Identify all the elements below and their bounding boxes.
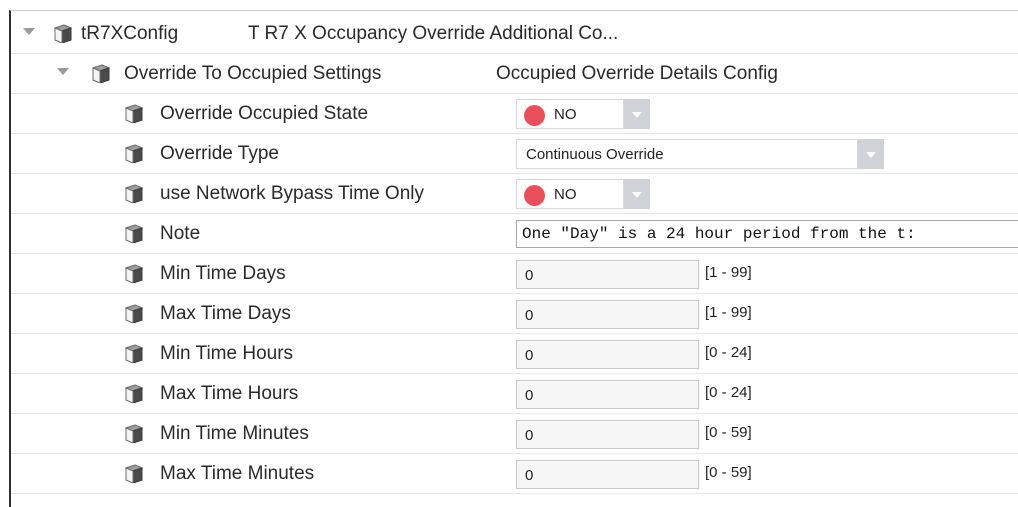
tree-row-group[interactable]: Override To Occupied Settings Occupied O…	[11, 54, 1018, 94]
property-label: Override Occupied State	[160, 103, 369, 124]
property-sheet: tR7XConfig T R7 X Occupancy Override Add…	[9, 10, 1018, 507]
range-label: [0 - 24]	[705, 384, 752, 401]
component-cube-icon	[124, 143, 144, 163]
property-row-max-time-minutes: Max Time Minutes 0 [0 - 59]	[11, 454, 1018, 494]
override-occupied-state-dropdown[interactable]: NO	[516, 99, 650, 129]
range-label: [1 - 99]	[705, 304, 752, 321]
group-name: Override To Occupied Settings	[124, 63, 382, 84]
tree-row-root[interactable]: tR7XConfig T R7 X Occupancy Override Add…	[11, 14, 1018, 54]
property-row-max-time-days: Max Time Days 0 [1 - 99]	[11, 294, 1018, 334]
range-label: [0 - 24]	[705, 344, 752, 361]
override-type-select[interactable]: Continuous Override	[516, 139, 884, 169]
dropdown-button[interactable]	[624, 179, 650, 209]
status-dot-icon	[524, 185, 545, 206]
max-time-hours-input[interactable]: 0	[516, 380, 699, 409]
root-description: T R7 X Occupancy Override Additional Co.…	[248, 23, 619, 44]
boolean-value-box[interactable]: NO	[516, 99, 624, 129]
component-cube-icon	[124, 183, 144, 203]
property-row-override-type: Override Type Continuous Override	[11, 134, 1018, 174]
component-cube-icon	[53, 23, 73, 43]
select-value: Continuous Override	[526, 146, 664, 163]
component-cube-icon	[91, 63, 111, 83]
component-cube-icon	[124, 343, 144, 363]
property-label: Min Time Minutes	[160, 423, 309, 444]
chevron-down-icon	[632, 112, 642, 118]
component-cube-icon	[124, 463, 144, 483]
use-network-bypass-dropdown[interactable]: NO	[516, 179, 650, 209]
property-label: Note	[160, 223, 201, 244]
range-label: [0 - 59]	[705, 424, 752, 441]
property-row-min-time-minutes: Min Time Minutes 0 [0 - 59]	[11, 414, 1018, 454]
range-label: [0 - 59]	[705, 464, 752, 481]
max-time-minutes-input[interactable]: 0	[516, 460, 699, 489]
dropdown-button[interactable]	[858, 139, 884, 169]
property-row-min-time-days: Min Time Days 0 [1 - 99]	[11, 254, 1018, 294]
property-label: use Network Bypass Time Only	[160, 183, 424, 204]
component-cube-icon	[124, 103, 144, 123]
property-label: Min Time Days	[160, 263, 286, 284]
min-time-days-input[interactable]: 0	[516, 260, 699, 289]
property-label: Max Time Minutes	[160, 463, 315, 484]
expand-triangle-icon[interactable]	[57, 68, 69, 75]
root-name: tR7XConfig	[81, 23, 179, 44]
dropdown-button[interactable]	[624, 99, 650, 129]
component-cube-icon	[124, 383, 144, 403]
property-label: Override Type	[160, 143, 279, 164]
property-label: Max Time Hours	[160, 383, 299, 404]
property-row-max-time-hours: Max Time Hours 0 [0 - 24]	[11, 374, 1018, 414]
max-time-days-input[interactable]: 0	[516, 300, 699, 329]
status-dot-icon	[524, 105, 545, 126]
property-row-use-network-bypass: use Network Bypass Time Only NO	[11, 174, 1018, 214]
component-cube-icon	[124, 423, 144, 443]
boolean-value: NO	[554, 106, 577, 123]
chevron-down-icon	[632, 192, 642, 198]
boolean-value-box[interactable]: NO	[516, 179, 624, 209]
min-time-minutes-input[interactable]: 0	[516, 420, 699, 449]
property-label: Max Time Days	[160, 303, 291, 324]
component-cube-icon	[124, 303, 144, 323]
min-time-hours-input[interactable]: 0	[516, 340, 699, 369]
property-row-min-time-hours: Min Time Hours 0 [0 - 24]	[11, 334, 1018, 374]
property-row-override-occupied-state: Override Occupied State NO	[11, 94, 1018, 134]
boolean-value: NO	[554, 186, 577, 203]
component-cube-icon	[124, 223, 144, 243]
range-label: [1 - 99]	[705, 264, 752, 281]
chevron-down-icon	[866, 152, 876, 158]
expand-triangle-icon[interactable]	[23, 28, 35, 35]
group-description: Occupied Override Details Config	[496, 63, 778, 84]
property-row-note: Note One "Day" is a 24 hour period from …	[11, 214, 1018, 254]
note-field[interactable]: One "Day" is a 24 hour period from the t…	[516, 220, 1018, 248]
property-label: Min Time Hours	[160, 343, 294, 364]
select-value-box[interactable]: Continuous Override	[516, 139, 858, 169]
component-cube-icon	[124, 263, 144, 283]
